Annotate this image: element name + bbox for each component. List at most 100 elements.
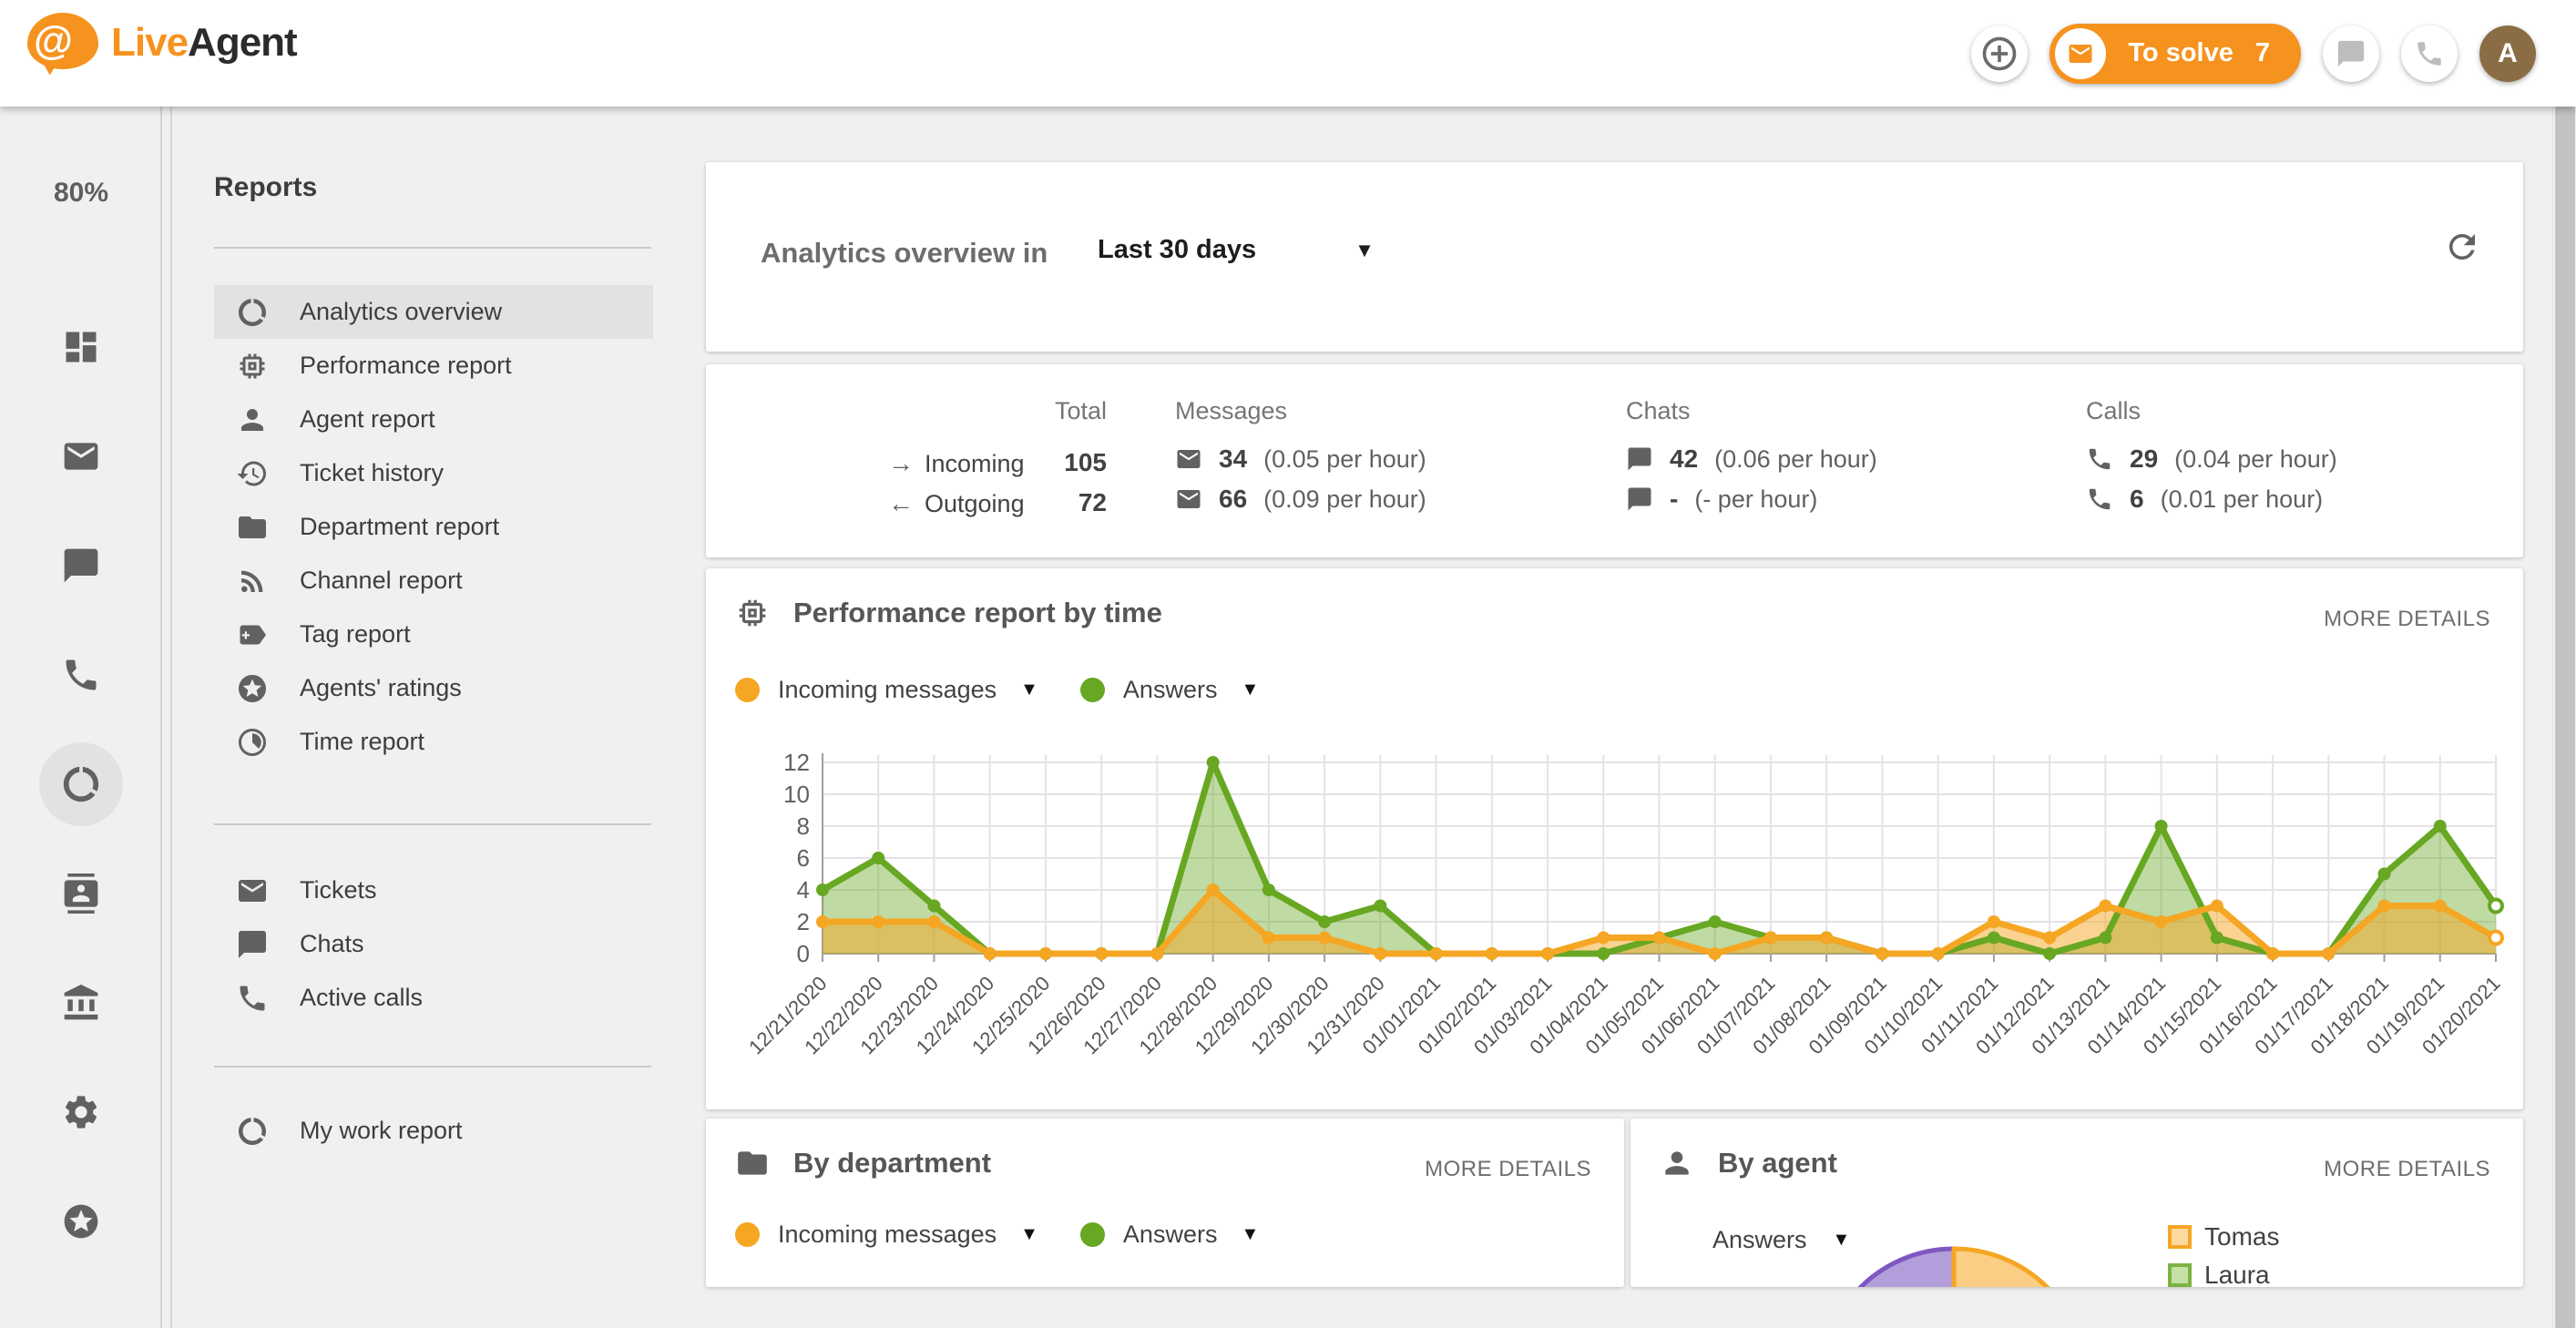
chevron-down-icon[interactable]: ▼	[1241, 679, 1259, 700]
stats-card: Total Messages Chats Calls → Incoming 10…	[706, 364, 2523, 557]
liveagent-logo[interactable]: @ LiveAgent	[27, 13, 297, 73]
chip-icon	[236, 350, 269, 383]
mail-icon	[61, 436, 101, 476]
rate: (0.01 per hour)	[2161, 485, 2324, 514]
add-button[interactable]	[1971, 26, 2028, 82]
more-details-link[interactable]: MORE DETAILS	[2324, 607, 2490, 632]
rail-item-contacts[interactable]	[26, 839, 136, 948]
top-bar: @ LiveAgent To solve 7 A	[0, 0, 2576, 107]
dashboard-icon	[61, 327, 101, 367]
contacts-icon	[61, 873, 101, 914]
filter-value: Answers	[1712, 1226, 1807, 1254]
star-circle-icon	[61, 1201, 101, 1241]
scrollbar-thumb[interactable]	[2555, 107, 2575, 1328]
rail-divider	[160, 107, 162, 1328]
sidebar-item-channel-report[interactable]: Channel report	[214, 554, 653, 608]
page-scrollbar[interactable]	[2552, 0, 2576, 1328]
legend-dot-incoming	[735, 678, 760, 702]
bank-icon	[61, 983, 101, 1023]
sidebar-item-agents-ratings[interactable]: Agents' ratings	[214, 661, 653, 715]
performance-time-chart[interactable]: 02468101212/21/202012/22/202012/23/20201…	[706, 723, 2523, 1109]
by-department-card: By department MORE DETAILS Incoming mess…	[706, 1119, 1624, 1287]
value: 6	[2130, 485, 2144, 514]
sidebar-item-my-work-report[interactable]: My work report	[214, 1104, 653, 1158]
sidebar-item-active-calls[interactable]: Active calls	[214, 971, 653, 1025]
reports-icon	[60, 763, 102, 805]
chat-icon	[1626, 445, 1653, 473]
to-solve-count: 7	[2255, 38, 2270, 68]
more-details-link[interactable]: MORE DETAILS	[2324, 1157, 2490, 1182]
donut-icon	[236, 296, 269, 329]
sidebar-item-department-report[interactable]: Department report	[214, 500, 653, 554]
legend-item-tomas[interactable]: Tomas	[2168, 1222, 2279, 1251]
sidebar-item-tag-report[interactable]: Tag report	[214, 608, 653, 661]
rate: (0.06 per hour)	[1714, 445, 1877, 474]
divider	[214, 247, 651, 249]
rail-item-tickets[interactable]	[26, 402, 136, 511]
refresh-button[interactable]	[2443, 228, 2481, 266]
svg-text:6: 6	[797, 844, 810, 872]
sidebar-item-label: Time report	[300, 728, 424, 756]
col-header-calls: Calls	[2086, 397, 2141, 425]
legend-item-laura[interactable]: Laura	[2168, 1261, 2279, 1287]
calls-quick-button[interactable]	[2401, 26, 2458, 82]
sidebar-item-performance-report[interactable]: Performance report	[214, 339, 653, 393]
legend-dot-answers	[1080, 1222, 1105, 1247]
rail-item-calls[interactable]	[26, 620, 136, 730]
calls-outgoing: 6 (0.01 per hour)	[2086, 485, 2323, 514]
legend-label: Answers	[1123, 1221, 1218, 1249]
page-title: Analytics overview in	[761, 237, 1048, 270]
rail-item-ratings[interactable]	[26, 1167, 136, 1276]
col-header-chats: Chats	[1626, 397, 1691, 425]
chevron-down-icon: ▼	[1354, 239, 1375, 262]
sidebar-item-analytics-overview[interactable]: Analytics overview	[214, 285, 653, 339]
plus-icon	[1979, 34, 2019, 74]
value: 29	[2130, 444, 2158, 474]
arrow-left-icon: ←	[888, 489, 925, 518]
svg-text:8: 8	[797, 812, 810, 840]
overview-header-card: Analytics overview in Last 30 days ▼	[706, 162, 2523, 352]
rate: (0.04 per hour)	[2174, 445, 2337, 474]
sidebar-item-chats[interactable]: Chats	[214, 917, 653, 971]
sidebar-item-tickets[interactable]: Tickets	[214, 863, 653, 917]
legend-swatch	[2168, 1225, 2192, 1249]
rate: (0.05 per hour)	[1263, 445, 1426, 474]
more-details-link[interactable]: MORE DETAILS	[1425, 1157, 1591, 1182]
rail-item-reports-active[interactable]	[26, 730, 136, 839]
rail-item-settings[interactable]	[26, 1057, 136, 1167]
sidebar-item-agent-report[interactable]: Agent report	[214, 393, 653, 446]
chevron-down-icon[interactable]: ▼	[1020, 679, 1038, 700]
donut-icon	[236, 1115, 269, 1148]
arrow-right-icon: →	[888, 449, 925, 478]
sidebar-item-ticket-history[interactable]: Ticket history	[214, 446, 653, 500]
phone-icon	[236, 982, 269, 1015]
mail-icon	[1175, 445, 1202, 473]
stat-row-outgoing: ← Outgoing	[888, 488, 1025, 519]
to-solve-button[interactable]: To solve 7	[2050, 24, 2301, 84]
rail-item-dashboard[interactable]	[26, 292, 136, 402]
usage-percent: 80%	[0, 178, 162, 209]
agents-pie-chart[interactable]	[1799, 1240, 2109, 1287]
person-icon	[236, 404, 269, 436]
brand-live: Live	[111, 20, 188, 65]
user-avatar[interactable]: A	[2479, 26, 2536, 82]
to-solve-envelope-badge	[2055, 28, 2106, 79]
sidebar-item-label: Tickets	[300, 876, 377, 904]
divider	[214, 823, 651, 825]
star-circle-icon	[236, 672, 269, 705]
sidebar-item-time-report[interactable]: Time report	[214, 715, 653, 769]
sidebar-item-label: Channel report	[300, 567, 463, 595]
chevron-down-icon[interactable]: ▼	[1020, 1224, 1038, 1245]
value: 42	[1670, 444, 1698, 474]
chevron-down-icon[interactable]: ▼	[1241, 1224, 1259, 1245]
legend-label: Laura	[2204, 1261, 2270, 1287]
phone-icon	[2086, 445, 2113, 473]
value: -	[1670, 485, 1678, 514]
reports-sidebar: Reports Analytics overview Performance r…	[172, 107, 682, 1328]
date-range-select[interactable]: Last 30 days ▼	[1098, 235, 1375, 265]
rail-item-company[interactable]	[26, 948, 136, 1057]
chats-quick-button[interactable]	[2323, 26, 2379, 82]
rail-item-chats[interactable]	[26, 511, 136, 620]
chat-icon	[1626, 485, 1653, 513]
folder-icon	[236, 511, 269, 544]
